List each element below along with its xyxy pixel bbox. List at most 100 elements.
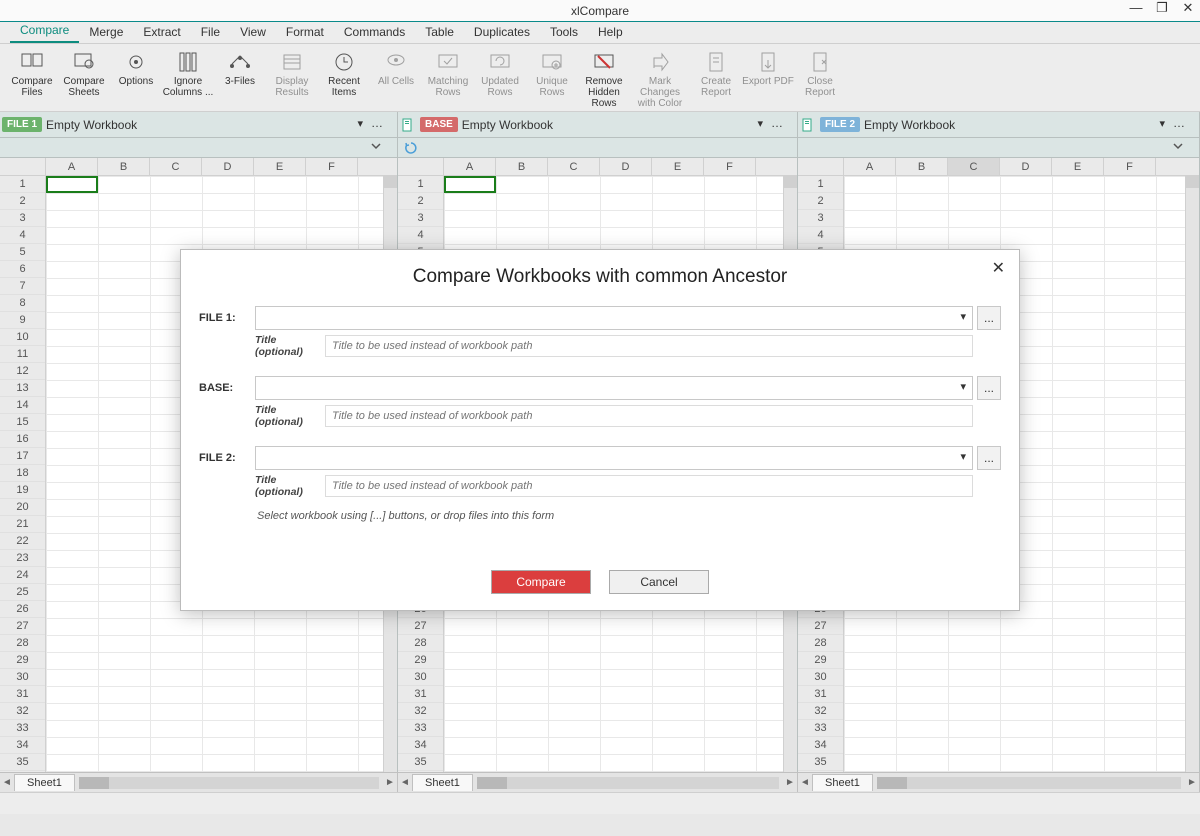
formula-bar-2[interactable] <box>398 138 798 157</box>
ribbon-remove-hidden[interactable]: Remove Hidden Rows <box>578 46 630 110</box>
ribbon-three-files[interactable]: 3-Files <box>214 46 266 110</box>
row-header[interactable]: 14 <box>0 397 45 414</box>
row-header[interactable]: 34 <box>0 737 45 754</box>
col-header-B[interactable]: B <box>896 158 948 175</box>
col-header-E[interactable]: E <box>254 158 306 175</box>
col-header-A[interactable]: A <box>46 158 98 175</box>
dropdown-icon[interactable] <box>1172 140 1188 156</box>
horizontal-scrollbar[interactable] <box>477 777 779 789</box>
row-header[interactable]: 28 <box>398 635 443 652</box>
select-all-corner[interactable] <box>398 158 444 175</box>
formula-bar-3[interactable] <box>798 138 1200 157</box>
ribbon-unique-rows[interactable]: Unique Rows <box>526 46 578 110</box>
row-header[interactable]: 3 <box>798 210 843 227</box>
active-cell[interactable] <box>46 176 98 193</box>
row-header[interactable]: 31 <box>398 686 443 703</box>
sheet-tab[interactable]: Sheet1 <box>812 774 873 791</box>
chevron-down-icon[interactable]: ▾ <box>757 117 763 130</box>
col-header-F[interactable]: F <box>704 158 756 175</box>
dialog-close-icon[interactable]: ✕ <box>992 258 1005 278</box>
ribbon-matching-rows[interactable]: Matching Rows <box>422 46 474 110</box>
maximize-icon[interactable]: ❐ <box>1154 0 1170 16</box>
menu-tab-duplicates[interactable]: Duplicates <box>464 22 540 43</box>
row-header[interactable]: 30 <box>0 669 45 686</box>
menu-tab-tools[interactable]: Tools <box>540 22 588 43</box>
row-header[interactable]: 2 <box>398 193 443 210</box>
row-header[interactable]: 1 <box>398 176 443 193</box>
document-icon[interactable] <box>400 117 416 133</box>
ribbon-compare-sheets[interactable]: Compare Sheets <box>58 46 110 110</box>
col-header-D[interactable]: D <box>600 158 652 175</box>
tab-nav-left-icon[interactable]: ◄ <box>798 777 812 788</box>
base-title-input[interactable] <box>325 405 973 427</box>
cancel-button[interactable]: Cancel <box>609 570 709 594</box>
row-header[interactable]: 26 <box>0 601 45 618</box>
row-header[interactable]: 7 <box>0 278 45 295</box>
file2-browse-button[interactable]: ... <box>977 446 1001 470</box>
base-browse-button[interactable]: ... <box>977 376 1001 400</box>
row-header[interactable]: 19 <box>0 482 45 499</box>
minimize-icon[interactable]: — <box>1128 0 1144 16</box>
col-header-E[interactable]: E <box>1052 158 1104 175</box>
more-icon[interactable]: … <box>771 116 783 130</box>
menu-tab-table[interactable]: Table <box>415 22 464 43</box>
row-header[interactable]: 35 <box>0 754 45 771</box>
row-header[interactable]: 22 <box>0 533 45 550</box>
row-header[interactable]: 1 <box>798 176 843 193</box>
col-header-E[interactable]: E <box>652 158 704 175</box>
vertical-scrollbar[interactable] <box>1185 176 1199 772</box>
tab-nav-right-icon[interactable]: ► <box>1185 777 1199 788</box>
row-header[interactable]: 33 <box>0 720 45 737</box>
close-icon[interactable]: ✕ <box>1180 0 1196 16</box>
row-header[interactable]: 1 <box>0 176 45 193</box>
row-header[interactable]: 27 <box>398 618 443 635</box>
row-header[interactable]: 18 <box>0 465 45 482</box>
row-header[interactable]: 4 <box>398 227 443 244</box>
col-header-C[interactable]: C <box>548 158 600 175</box>
more-icon[interactable]: … <box>371 116 383 130</box>
tab-nav-right-icon[interactable]: ► <box>383 777 397 788</box>
row-header[interactable]: 4 <box>0 227 45 244</box>
row-header[interactable]: 12 <box>0 363 45 380</box>
chevron-down-icon[interactable]: ▾ <box>960 380 966 393</box>
menu-tab-file[interactable]: File <box>191 22 230 43</box>
dropdown-icon[interactable] <box>370 140 386 156</box>
menu-tab-commands[interactable]: Commands <box>334 22 415 43</box>
row-header[interactable]: 4 <box>798 227 843 244</box>
col-header-A[interactable]: A <box>444 158 496 175</box>
sheet-tab[interactable]: Sheet1 <box>412 774 473 791</box>
select-all-corner[interactable] <box>798 158 844 175</box>
row-header[interactable]: 31 <box>798 686 843 703</box>
row-header[interactable]: 13 <box>0 380 45 397</box>
file1-browse-button[interactable]: ... <box>977 306 1001 330</box>
row-header[interactable]: 33 <box>398 720 443 737</box>
refresh-icon[interactable] <box>404 141 418 155</box>
horizontal-scrollbar[interactable] <box>877 777 1181 789</box>
col-header-D[interactable]: D <box>202 158 254 175</box>
file2-title-input[interactable] <box>325 475 973 497</box>
chevron-down-icon[interactable]: ▾ <box>960 450 966 463</box>
col-header-B[interactable]: B <box>496 158 548 175</box>
ribbon-close-report[interactable]: Close Report <box>794 46 846 110</box>
chevron-down-icon[interactable]: ▾ <box>357 117 363 130</box>
ribbon-compare-files[interactable]: Compare Files <box>6 46 58 110</box>
base-path-combo[interactable]: ▾ <box>255 376 973 400</box>
row-header[interactable]: 15 <box>0 414 45 431</box>
menu-tab-view[interactable]: View <box>230 22 276 43</box>
row-header[interactable]: 28 <box>0 635 45 652</box>
row-header[interactable]: 8 <box>0 295 45 312</box>
ribbon-create-report[interactable]: Create Report <box>690 46 742 110</box>
compare-button[interactable]: Compare <box>491 570 591 594</box>
file1-path-combo[interactable]: ▾ <box>255 306 973 330</box>
row-header[interactable]: 11 <box>0 346 45 363</box>
row-header[interactable]: 16 <box>0 431 45 448</box>
row-header[interactable]: 27 <box>798 618 843 635</box>
row-header[interactable]: 28 <box>798 635 843 652</box>
col-header-C[interactable]: C <box>150 158 202 175</box>
row-header[interactable]: 32 <box>398 703 443 720</box>
chevron-down-icon[interactable]: ▾ <box>960 310 966 323</box>
row-header[interactable]: 31 <box>0 686 45 703</box>
ribbon-options[interactable]: Options <box>110 46 162 110</box>
row-header[interactable]: 30 <box>398 669 443 686</box>
row-header[interactable]: 34 <box>398 737 443 754</box>
